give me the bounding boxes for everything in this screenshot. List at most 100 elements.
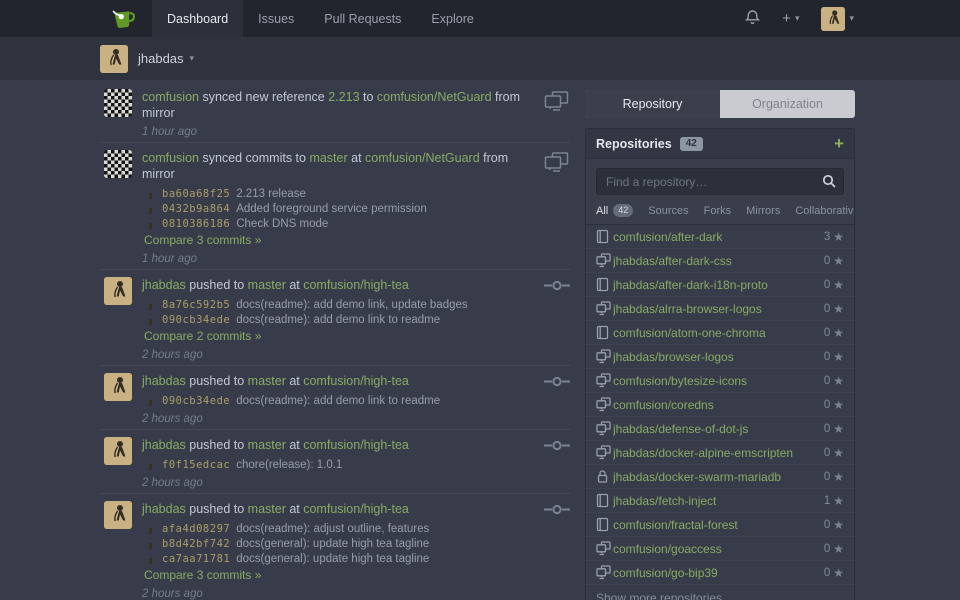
commit-hash-link[interactable]: 0810386186 (162, 218, 230, 230)
context-username[interactable]: jhabdas (138, 51, 184, 66)
feed-item: comfusion synced commits to master at co… (100, 143, 570, 270)
repo-icon (596, 325, 609, 340)
new-repo-button[interactable]: + (834, 135, 844, 152)
sidebar-tab[interactable]: Organization (720, 90, 855, 118)
repo-name-link[interactable]: comfusion/goaccess (613, 542, 824, 556)
compare-commits-link[interactable]: Compare 3 commits » (144, 233, 261, 248)
feed-link[interactable]: master (248, 278, 286, 292)
feed-link[interactable]: comfusion/high-tea (303, 438, 409, 452)
compare-commits-link[interactable]: Compare 2 commits » (144, 329, 261, 344)
repo-filter[interactable]: Mirrors (746, 205, 780, 217)
repo-row[interactable]: comfusion/coredns 0 ★ (586, 393, 854, 417)
repo-count-badge: 42 (680, 137, 703, 151)
commit-hash-link[interactable]: 8a76c592b5 (162, 299, 230, 311)
commit-hash-link[interactable]: afa4d08297 (162, 523, 230, 535)
repo-filter[interactable]: Sources (648, 205, 688, 217)
repo-name-link[interactable]: jhabdas/docker-alpine-emscripten (613, 446, 824, 460)
navbar-item[interactable]: Pull Requests (309, 0, 416, 37)
repo-name-link[interactable]: comfusion/coredns (613, 398, 824, 412)
repo-filter[interactable]: Forks (704, 205, 732, 217)
repositories-sidebar: RepositoryOrganization Repositories 42 + (585, 80, 855, 600)
repo-row[interactable]: jhabdas/docker-swarm-mariadb 0 ★ (586, 465, 854, 489)
commit-hash-link[interactable]: ba60a68f25 (162, 188, 230, 200)
feed-link[interactable]: jhabdas (142, 502, 186, 516)
commit-hash-link[interactable]: 090cb34ede (162, 395, 230, 407)
repo-name-link[interactable]: comfusion/fractal-forest (613, 518, 824, 532)
repo-row[interactable]: comfusion/atom-one-chroma 0 ★ (586, 321, 854, 345)
commit-message: chore(release): 1.0.1 (236, 459, 342, 471)
repo-search-input[interactable] (596, 168, 844, 195)
actor-avatar[interactable] (104, 501, 132, 529)
commit-hash-link[interactable]: b8d42bf742 (162, 538, 230, 550)
feed-link[interactable]: comfusion (142, 151, 199, 165)
repo-filter[interactable]: All 42 (596, 204, 633, 217)
repo-row[interactable]: jhabdas/after-dark-css 0 ★ (586, 249, 854, 273)
repo-name-link[interactable]: jhabdas/defense-of-dot-js (613, 422, 824, 436)
repo-name-link[interactable]: comfusion/after-dark (613, 230, 824, 244)
repo-row[interactable]: jhabdas/alrra-browser-logos 0 ★ (586, 297, 854, 321)
feed-link[interactable]: comfusion/high-tea (303, 374, 409, 388)
sidebar-tab[interactable]: Repository (585, 90, 720, 118)
actor-avatar[interactable] (104, 373, 132, 401)
repo-name-link[interactable]: jhabdas/after-dark-css (613, 254, 824, 268)
star-icon: ★ (833, 470, 844, 484)
feed-link[interactable]: master (248, 438, 286, 452)
create-new-button[interactable]: + ▾ (776, 11, 805, 26)
feed-link[interactable]: comfusion/high-tea (303, 502, 409, 516)
repo-name-link[interactable]: jhabdas/browser-logos (613, 350, 824, 364)
repo-row[interactable]: jhabdas/defense-of-dot-js 0 ★ (586, 417, 854, 441)
commit-hash-link[interactable]: ca7aa71781 (162, 553, 230, 565)
actor-avatar[interactable] (104, 277, 132, 305)
commit-icon (544, 375, 570, 388)
commit-row: b8d42bf742 docs(general): update high te… (144, 536, 536, 551)
navbar-item[interactable]: Issues (243, 0, 309, 37)
repo-filter[interactable]: Collaborative (795, 205, 855, 217)
commit-hash-link[interactable]: 0432b9a864 (162, 203, 230, 215)
repo-stars: 0 ★ (824, 302, 844, 316)
feed-link[interactable]: master (309, 151, 347, 165)
actor-avatar[interactable] (104, 437, 132, 465)
commit-hash-link[interactable]: 090cb34ede (162, 314, 230, 326)
show-more-repositories-link[interactable]: Show more repositories… (586, 585, 854, 600)
navbar-item[interactable]: Explore (416, 0, 488, 37)
repo-row[interactable]: jhabdas/fetch-inject 1 ★ (586, 489, 854, 513)
repo-row[interactable]: jhabdas/after-dark-i18n-proto 0 ★ (586, 273, 854, 297)
feed-link[interactable]: master (248, 502, 286, 516)
commit-icon (544, 503, 570, 516)
feed-link[interactable]: jhabdas (142, 278, 186, 292)
gitea-logo-icon[interactable] (109, 6, 137, 32)
search-icon[interactable] (822, 174, 836, 188)
repo-row[interactable]: comfusion/go-bip39 0 ★ (586, 561, 854, 585)
compare-commits-link[interactable]: Compare 3 commits » (144, 568, 261, 583)
feed-link[interactable]: comfusion (142, 90, 199, 104)
repo-row[interactable]: comfusion/fractal-forest 0 ★ (586, 513, 854, 537)
feed-text: to (360, 90, 377, 104)
feed-link[interactable]: comfusion/high-tea (303, 278, 409, 292)
feed-link[interactable]: 2.213 (328, 90, 359, 104)
repo-name-link[interactable]: jhabdas/after-dark-i18n-proto (613, 278, 824, 292)
repo-name-link[interactable]: comfusion/atom-one-chroma (613, 326, 824, 340)
repo-row[interactable]: jhabdas/browser-logos 0 ★ (586, 345, 854, 369)
repo-row[interactable]: comfusion/goaccess 0 ★ (586, 537, 854, 561)
repo-row[interactable]: comfusion/bytesize-icons 0 ★ (586, 369, 854, 393)
feed-link[interactable]: master (248, 374, 286, 388)
feed-link[interactable]: comfusion/NetGuard (365, 151, 480, 165)
actor-avatar[interactable] (104, 150, 132, 178)
repo-row[interactable]: comfusion/after-dark 3 ★ (586, 225, 854, 249)
commit-hash-link[interactable]: f0f15edcac (162, 459, 230, 471)
repo-name-link[interactable]: comfusion/bytesize-icons (613, 374, 824, 388)
repo-row[interactable]: jhabdas/docker-alpine-emscripten 0 ★ (586, 441, 854, 465)
context-user-avatar[interactable] (100, 45, 128, 73)
commit-message: 2.213 release (236, 188, 306, 200)
navbar-item[interactable]: Dashboard (152, 0, 243, 37)
feed-link[interactable]: jhabdas (142, 374, 186, 388)
feed-link[interactable]: jhabdas (142, 438, 186, 452)
actor-avatar[interactable] (104, 89, 132, 117)
feed-link[interactable]: comfusion/NetGuard (377, 90, 492, 104)
repo-name-link[interactable]: comfusion/go-bip39 (613, 566, 824, 580)
repo-name-link[interactable]: jhabdas/fetch-inject (613, 494, 824, 508)
repo-name-link[interactable]: jhabdas/alrra-browser-logos (613, 302, 824, 316)
notifications-button[interactable] (739, 9, 766, 28)
user-menu-button[interactable]: ▾ (815, 7, 860, 31)
repo-name-link[interactable]: jhabdas/docker-swarm-mariadb (613, 470, 824, 484)
